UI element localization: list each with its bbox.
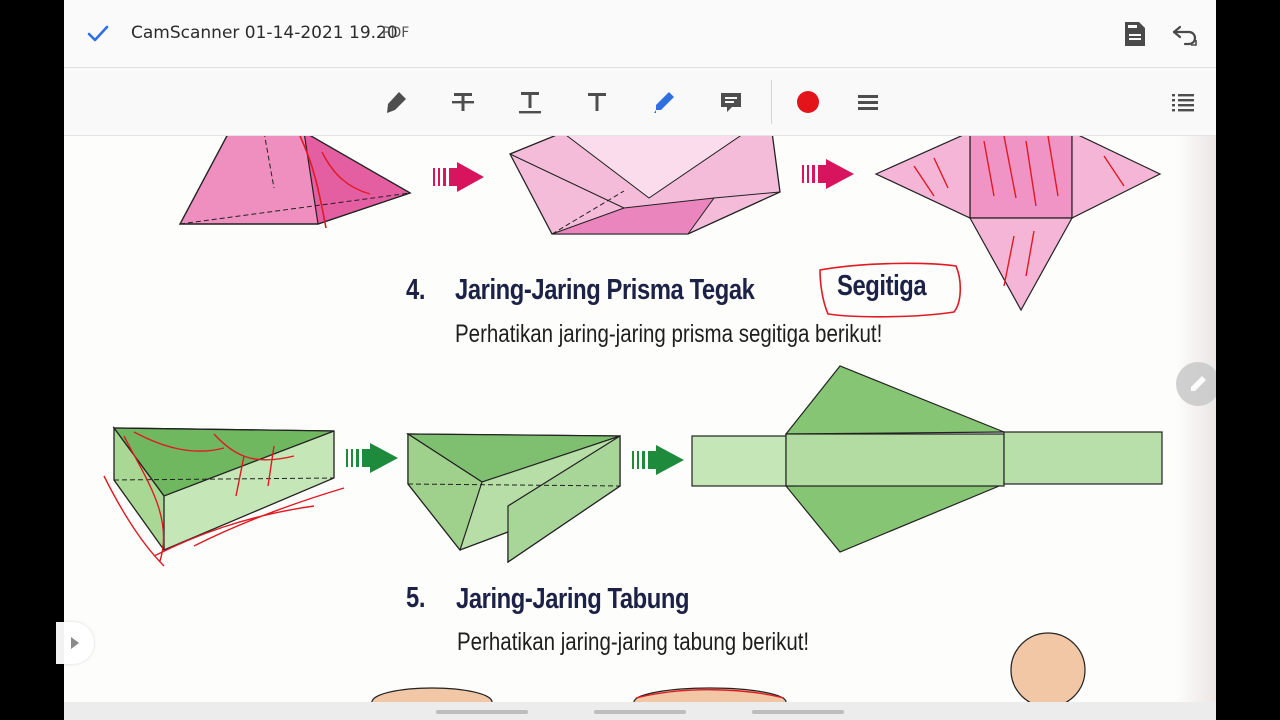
undo-icon[interactable] <box>1170 19 1200 49</box>
bottom-scroll-area <box>64 702 1216 720</box>
arrow-pink-2 <box>802 159 854 189</box>
cylinder-net-illustration <box>371 632 1086 702</box>
cylinder-base-circle <box>1010 632 1086 702</box>
top-bar: CamScanner 01-14-2021 19.20 PDF <box>64 0 1216 68</box>
cylinder-top-1 <box>371 687 493 702</box>
scroll-indicator-3[interactable] <box>752 710 844 714</box>
highlighter-icon[interactable] <box>381 87 411 117</box>
annotation-toolbar <box>64 68 1216 136</box>
document-page: 4. Jaring-Jaring Prisma Tegak Segitiga P… <box>64 136 1216 702</box>
edit-fab-button[interactable] <box>1176 362 1216 406</box>
strikethrough-icon[interactable] <box>448 87 478 117</box>
section5-title: Jaring-Jaring Tabung <box>456 583 690 615</box>
checkmark-icon[interactable] <box>84 20 112 48</box>
pdf-viewer: CamScanner 01-14-2021 19.20 PDF 4. Jarin… <box>64 0 1216 720</box>
green-prism <box>103 426 345 567</box>
pen-icon[interactable] <box>649 87 679 117</box>
section4-subtitle: Perhatikan jaring-jaring prisma segitiga… <box>455 320 883 348</box>
save-icon[interactable] <box>1120 19 1150 49</box>
section4-number: 4. <box>406 274 426 306</box>
pink-pyramid <box>178 136 412 229</box>
toolbar-divider <box>771 80 772 124</box>
underline-icon[interactable] <box>515 87 545 117</box>
document-title: CamScanner 01-14-2021 19.20 <box>131 23 398 43</box>
pencil-icon <box>1191 376 1206 391</box>
section5-number: 5. <box>406 582 426 614</box>
color-swatch[interactable] <box>793 87 823 117</box>
arrow-green-1 <box>346 443 398 473</box>
scroll-indicator-1[interactable] <box>436 710 528 714</box>
menu-lines-icon[interactable] <box>853 87 883 117</box>
file-type-label: PDF <box>382 25 410 41</box>
red-circle-annotation <box>819 262 962 318</box>
comment-icon[interactable] <box>716 87 746 117</box>
scroll-indicator-2[interactable] <box>594 710 686 714</box>
outline-list-icon[interactable] <box>1168 87 1198 117</box>
pink-pyramid-opening <box>509 136 781 235</box>
prism-net-illustration <box>103 365 1163 567</box>
chevron-right-icon <box>71 637 79 649</box>
arrow-green-2 <box>632 445 684 475</box>
section4-title: Jaring-Jaring Prisma Tegak <box>455 274 755 306</box>
text-icon[interactable] <box>582 87 612 117</box>
green-prism-net <box>691 365 1163 553</box>
arrow-pink-1 <box>433 162 484 192</box>
green-prism-opening <box>405 432 621 564</box>
